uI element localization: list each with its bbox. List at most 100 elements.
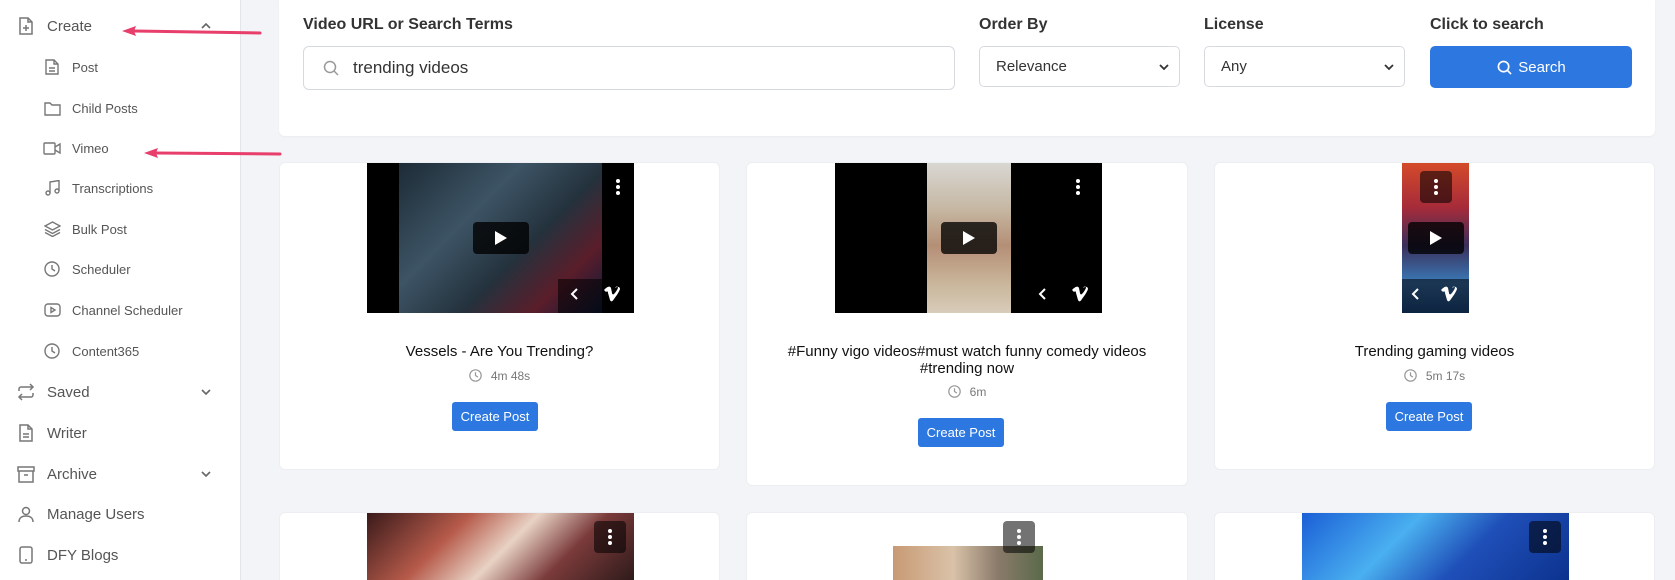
vimeo-logo-icon[interactable] [1071,286,1091,307]
license-select[interactable]: Any [1204,46,1405,87]
more-options-icon[interactable] [1062,171,1094,203]
sub-item-label: Child Posts [72,100,138,116]
click-to-search-label: Click to search [1430,16,1544,33]
order-by-select[interactable]: Relevance [979,46,1180,87]
more-options-icon[interactable] [1003,521,1035,553]
sidebar: Create Post Child Posts Vimeo Transcript… [0,0,241,580]
player-controls [558,279,634,313]
video-thumbnail[interactable] [893,513,1043,580]
player-controls [1026,279,1102,313]
annotation-arrow [144,148,282,158]
video-card: Trending gaming videos 5m 17s Create Pos… [1214,162,1655,470]
video-thumbnail[interactable] [1402,163,1469,313]
sub-item-channel-scheduler[interactable]: Channel Scheduler [43,297,183,323]
sub-item-label: Vimeo [72,140,109,156]
nav-dfy-blogs[interactable]: DFY Blogs [16,540,224,570]
vimeo-logo-icon[interactable] [603,286,623,307]
order-by-label: Order By [979,16,1048,33]
tablet-icon [16,545,36,565]
license-label: License [1204,16,1264,33]
sub-item-bulk-post[interactable]: Bulk Post [43,216,127,242]
clock-icon [43,342,61,360]
chevron-left-icon[interactable] [1038,287,1048,305]
create-post-button[interactable]: Create Post [1386,402,1472,431]
nav-manage-users-label: Manage Users [47,505,145,523]
create-post-button[interactable]: Create Post [918,418,1004,447]
chevron-left-icon[interactable] [1411,287,1421,305]
search-button-label: Search [1518,58,1566,76]
search-panel: Video URL or Search Terms trending video… [279,0,1655,136]
archive-icon [16,464,36,484]
more-options-icon[interactable] [1420,171,1452,203]
video-title: #Funny vigo videos#must watch funny come… [787,343,1147,377]
search-icon [1496,59,1512,75]
sub-item-label: Content365 [72,343,140,359]
nav-saved[interactable]: Saved [16,377,224,407]
chevron-down-icon[interactable] [198,384,214,400]
duration-value: 4m 48s [490,369,531,383]
nav-archive-label: Archive [47,465,98,483]
play-button[interactable] [940,222,997,254]
order-by-value: Relevance [996,58,1067,75]
video-thumbnail[interactable] [367,513,634,580]
user-icon [16,504,36,524]
music-icon [43,179,61,197]
sub-item-transcriptions[interactable]: Transcriptions [43,175,153,201]
url-label: Video URL or Search Terms [303,16,513,33]
clock-icon [947,385,962,399]
video-title: Trending gaming videos [1354,343,1515,360]
sub-item-child-posts[interactable]: Child Posts [43,95,138,121]
duration-value: 5m 17s [1425,369,1466,383]
nav-writer-label: Writer [47,424,87,442]
video-title: Vessels - Are You Trending? [405,343,594,360]
chevron-down-icon [1382,60,1396,74]
nav-manage-users[interactable]: Manage Users [16,499,224,529]
file-text-icon [43,58,61,76]
sub-item-scheduler[interactable]: Scheduler [43,256,131,282]
video-card [746,512,1188,580]
search-input[interactable]: trending videos [303,46,955,90]
sub-item-vimeo[interactable]: Vimeo [43,135,109,161]
search-input-value: trending videos [353,58,469,77]
video-card [279,512,720,580]
video-duration: 6m [747,385,1187,399]
sub-item-label: Scheduler [72,261,131,277]
sub-item-label: Transcriptions [72,180,154,196]
play-button[interactable] [472,222,529,254]
more-options-icon[interactable] [594,521,626,553]
play-button[interactable] [1407,222,1464,254]
sub-item-label: Channel Scheduler [72,302,183,318]
nav-writer[interactable]: Writer [16,418,224,448]
sub-item-content365[interactable]: Content365 [43,338,139,364]
license-value: Any [1221,58,1247,75]
video-duration: 5m 17s [1215,369,1654,383]
video-icon [43,139,61,157]
vimeo-logo-icon[interactable] [1440,286,1460,307]
chevron-down-icon[interactable] [198,466,214,482]
chevron-left-icon[interactable] [570,287,580,305]
nav-saved-label: Saved [47,383,90,401]
nav-archive[interactable]: Archive [16,459,224,489]
annotation-arrow [122,26,262,36]
clock-icon [469,369,483,383]
nav-create-label: Create [47,17,93,35]
file-text-icon [16,423,36,443]
player-controls [1402,279,1469,313]
sub-item-post[interactable]: Post [43,54,98,80]
more-options-icon[interactable] [1529,521,1561,553]
video-thumbnail[interactable] [1302,513,1569,580]
sub-item-label: Post [72,59,99,75]
video-thumbnail[interactable] [367,163,634,313]
chevron-down-icon [1157,60,1171,74]
search-button[interactable]: Search [1430,46,1632,88]
search-icon [321,58,341,78]
create-post-button[interactable]: Create Post [452,402,538,431]
video-thumbnail[interactable] [835,163,1102,313]
video-card: Vessels - Are You Trending? 4m 48s Creat… [279,162,720,470]
layers-icon [43,220,61,238]
more-options-icon[interactable] [602,171,634,203]
file-plus-icon [16,16,36,36]
video-card [1214,512,1655,580]
nav-dfy-blogs-label: DFY Blogs [47,546,119,564]
folder-icon [43,99,61,117]
